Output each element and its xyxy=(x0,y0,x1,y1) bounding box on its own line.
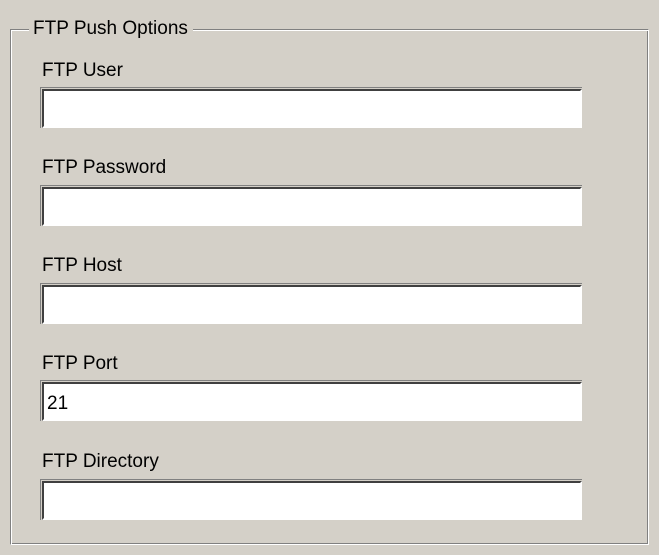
ftp-directory-field[interactable] xyxy=(42,481,582,520)
ftp-password-field[interactable] xyxy=(42,187,582,226)
ftp-directory-label: FTP Directory xyxy=(42,451,159,472)
ftp-user-field[interactable] xyxy=(42,89,582,128)
groupbox-title: FTP Push Options xyxy=(29,18,193,40)
ftp-password-label: FTP Password xyxy=(42,157,167,178)
ftp-user-label: FTP User xyxy=(42,60,123,81)
ftp-port-label: FTP Port xyxy=(42,353,118,374)
ftp-host-label: FTP Host xyxy=(42,255,122,276)
ftp-host-field[interactable] xyxy=(42,285,582,324)
ftp-port-field[interactable] xyxy=(42,382,582,421)
